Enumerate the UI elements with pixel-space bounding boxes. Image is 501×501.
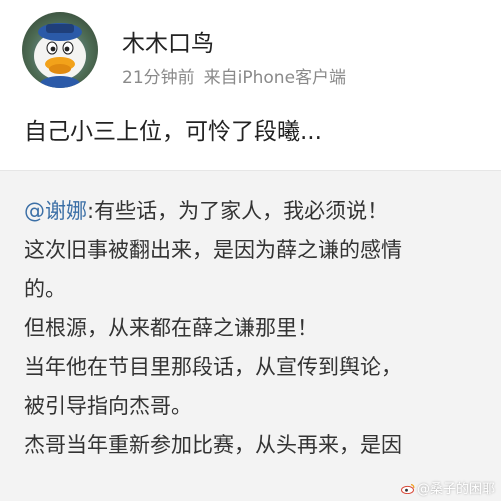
watermark-text: @桑子的困耶	[416, 482, 495, 497]
repost-line: 杰哥当年重新参加比赛，从头再来，是因	[24, 433, 402, 457]
mention-link[interactable]: @谢娜	[24, 199, 87, 223]
repost-line: 这次旧事被翻出来，是因为薛之谦的感情	[24, 238, 402, 262]
repost-line: 当年他在节目里那段话，从宣传到舆论，	[24, 355, 402, 379]
repost-first-line-text: :有些话，为了家人，我必须说！	[87, 199, 389, 223]
post-meta: 21分钟前 来自iPhone客户端	[122, 63, 346, 88]
weibo-logo-icon	[400, 483, 415, 494]
watermark: @桑子的困耶	[400, 478, 495, 497]
donald-duck-avatar-icon	[34, 23, 86, 88]
repost-line: 的。	[24, 277, 66, 301]
repost-line: 但根源，从来都在薛之谦那里！	[24, 316, 318, 340]
source-prefix: 来自	[203, 68, 238, 88]
avatar[interactable]	[22, 12, 98, 88]
post-time: 21分钟前	[122, 68, 195, 88]
source-device[interactable]: iPhone客户端	[238, 68, 346, 88]
weibo-post-screenshot: 木木口鸟 21分钟前 来自iPhone客户端 自己小三上位，可怜了段曦... @谢…	[0, 0, 501, 501]
repost-line: 被引导指向杰哥。	[24, 394, 192, 418]
username[interactable]: 木木口鸟	[122, 24, 214, 58]
repost-box[interactable]: @谢娜:有些话，为了家人，我必须说！ 这次旧事被翻出来，是因为薛之谦的感情 的。…	[0, 170, 501, 501]
post-text: 自己小三上位，可怜了段曦...	[24, 119, 322, 145]
repost-first-line: @谢娜:有些话，为了家人，我必须说！	[24, 195, 388, 225]
post-header: 木木口鸟 21分钟前 来自iPhone客户端	[0, 0, 501, 100]
